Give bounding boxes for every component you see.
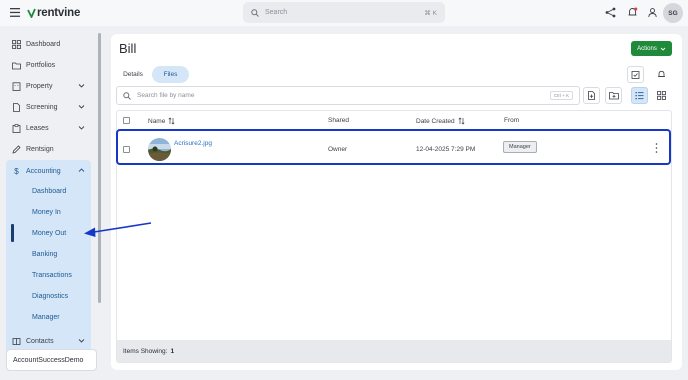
dollar-icon: $ xyxy=(14,166,19,176)
sidebar-item-label: Leases xyxy=(26,124,49,132)
chevron-down-icon xyxy=(78,84,85,88)
sidebar: Dashboard Portfolios Property Screening … xyxy=(0,26,102,380)
list-view-button[interactable] xyxy=(631,87,648,104)
table-header: Name Shared Date Created From xyxy=(117,111,671,131)
upload-file-button[interactable] xyxy=(583,87,600,104)
page-title: Bill xyxy=(119,41,137,56)
sidebar-item-label: Screening xyxy=(26,103,58,111)
sidebar-item-label: Property xyxy=(26,82,53,90)
file-search-input[interactable]: Search file by name Ctrl + K xyxy=(116,86,580,105)
tab-details[interactable]: Details xyxy=(118,66,148,83)
sidebar-sub-money-in[interactable]: Money In xyxy=(32,209,61,216)
actions-label: Actions xyxy=(637,45,657,52)
bell-icon[interactable] xyxy=(627,7,638,18)
sidebar-item-leases[interactable]: Leases xyxy=(12,121,92,135)
chevron-down-icon xyxy=(78,339,85,343)
building-icon xyxy=(12,81,21,91)
sidebar-item-label: Dashboard xyxy=(26,40,61,48)
menu-icon[interactable] xyxy=(10,8,20,17)
column-header-date-created[interactable]: Date Created xyxy=(416,117,465,125)
items-showing-count: 1 xyxy=(170,347,175,355)
sidebar-item-rentsign[interactable]: Rentsign xyxy=(12,142,54,156)
top-bar: rentvine Search ⌘ K SG xyxy=(0,0,688,26)
column-header-from: From xyxy=(504,117,519,124)
search-icon xyxy=(123,91,131,100)
share-nodes-icon[interactable] xyxy=(605,7,616,18)
clipboard-check-icon xyxy=(631,71,640,79)
file-search-placeholder: Search file by name xyxy=(137,92,195,99)
sidebar-item-label: Portfolios xyxy=(26,61,56,69)
sidebar-item-label: Rentsign xyxy=(26,145,54,153)
folder-icon xyxy=(12,62,21,69)
column-label: From xyxy=(504,117,520,124)
organization-switcher[interactable]: AccountSuccessDemo xyxy=(6,349,97,371)
file-search-shortcut: Ctrl + K xyxy=(549,91,573,100)
main-panel: Bill Actions Details Files Search file b… xyxy=(111,34,682,370)
sidebar-item-portfolios[interactable]: Portfolios xyxy=(12,58,55,72)
active-indicator xyxy=(11,224,14,242)
sidebar-sub-manager[interactable]: Manager xyxy=(32,314,60,321)
grid-view-icon xyxy=(657,91,666,100)
sidebar-sub-banking[interactable]: Banking xyxy=(32,251,57,258)
sidebar-item-accounting[interactable]: $ Accounting xyxy=(12,164,92,178)
tab-files[interactable]: Files xyxy=(152,66,189,83)
sidebar-item-contacts[interactable]: Contacts xyxy=(12,334,92,348)
sort-icon xyxy=(458,117,465,125)
bell-icon xyxy=(658,70,665,77)
avatar[interactable]: SG xyxy=(663,3,683,23)
sidebar-sub-diagnostics[interactable]: Diagnostics xyxy=(32,293,68,300)
user-icon[interactable] xyxy=(647,7,658,18)
grid-icon xyxy=(12,39,21,49)
folder-plus-icon xyxy=(608,92,619,100)
grid-view-button[interactable] xyxy=(653,87,670,104)
approve-button[interactable] xyxy=(627,66,644,83)
sidebar-sub-money-out[interactable]: Money Out xyxy=(32,230,66,237)
column-label: Shared xyxy=(328,117,349,124)
sidebar-scrollbar[interactable] xyxy=(98,33,101,303)
sidebar-item-label: Accounting xyxy=(26,167,61,175)
notify-button[interactable] xyxy=(653,66,670,83)
chevron-down-icon xyxy=(78,105,85,109)
chevron-up-icon xyxy=(78,168,85,172)
sidebar-sub-dashboard[interactable]: Dashboard xyxy=(32,188,66,195)
column-header-name[interactable]: Name xyxy=(148,117,175,125)
actions-button[interactable]: Actions xyxy=(631,41,672,56)
column-label: Date Created xyxy=(416,117,455,125)
rentvine-logo-icon xyxy=(27,8,36,18)
pen-icon xyxy=(12,144,21,154)
address-book-icon xyxy=(12,337,21,345)
sidebar-sub-transactions[interactable]: Transactions xyxy=(32,272,72,279)
brand-name: rentvine xyxy=(37,7,81,19)
global-search[interactable]: Search ⌘ K xyxy=(243,2,445,23)
column-header-shared: Shared xyxy=(328,117,349,124)
brand-logo[interactable]: rentvine xyxy=(27,5,80,21)
items-showing-label: Items Showing: xyxy=(123,347,168,355)
sidebar-item-dashboard[interactable]: Dashboard xyxy=(12,37,60,51)
table-footer: Items Showing: 1 xyxy=(117,340,671,362)
search-placeholder: Search xyxy=(265,9,288,16)
sidebar-item-screening[interactable]: Screening xyxy=(12,100,92,114)
document-icon xyxy=(13,102,20,112)
sidebar-item-property[interactable]: Property xyxy=(12,79,92,93)
clipboard-icon xyxy=(12,123,21,133)
sort-icon xyxy=(168,117,175,125)
search-shortcut: ⌘ K xyxy=(424,9,437,17)
row-highlight-annotation xyxy=(116,129,671,165)
column-label: Name xyxy=(148,117,166,125)
sidebar-item-label: Contacts xyxy=(26,337,54,345)
list-view-icon xyxy=(635,92,644,100)
chevron-down-icon xyxy=(660,47,666,51)
file-plus-icon xyxy=(588,91,595,100)
new-folder-button[interactable] xyxy=(605,87,622,104)
chevron-down-icon xyxy=(78,126,85,130)
select-all-checkbox[interactable] xyxy=(123,117,130,124)
search-icon xyxy=(251,8,259,17)
